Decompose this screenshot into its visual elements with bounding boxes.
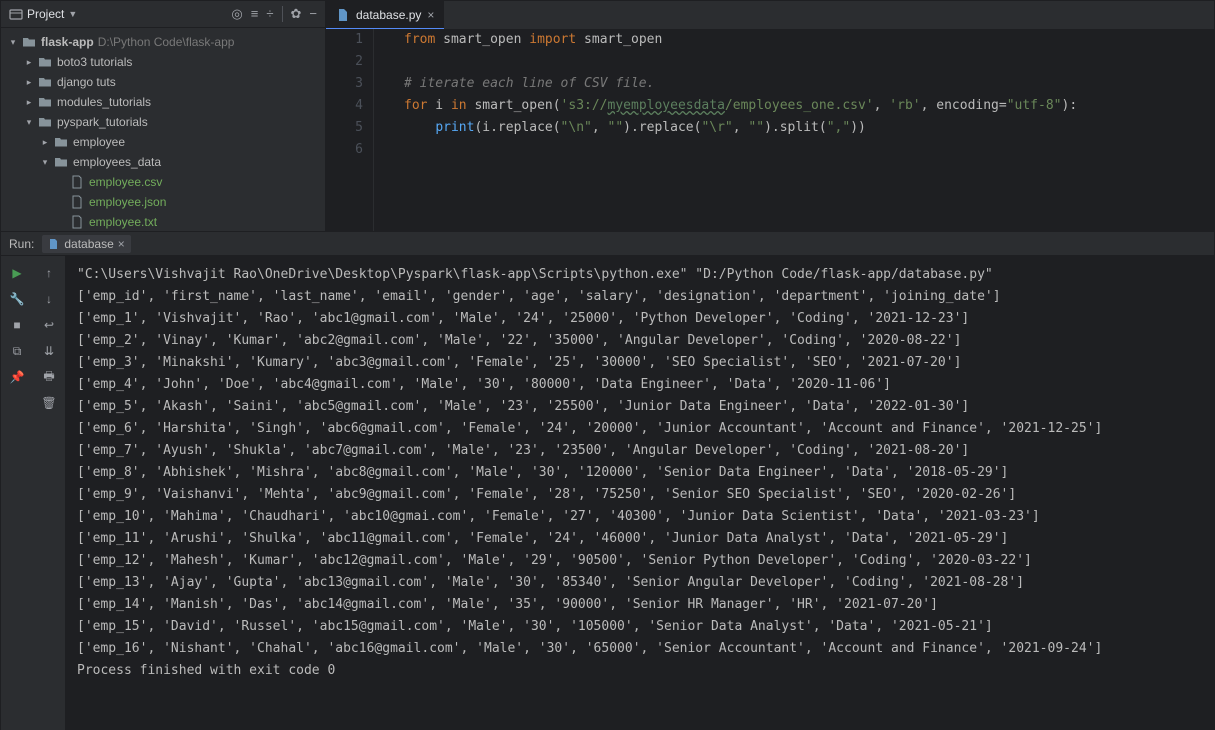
layout-icon[interactable]: ⧉ xyxy=(6,340,28,362)
console-line: ['emp_2', 'Vinay', 'Kumar', 'abc2@gmail.… xyxy=(77,330,1202,352)
console-line: ['emp_6', 'Harshita', 'Singh', 'abc6@gma… xyxy=(77,418,1202,440)
console-line: ['emp_16', 'Nishant', 'Chahal', 'abc16@g… xyxy=(77,638,1202,660)
tree-folder-employees-data[interactable]: ▾ employees_data xyxy=(1,152,325,172)
console-line: ['emp_id', 'first_name', 'last_name', 'e… xyxy=(77,286,1202,308)
wrench-icon[interactable]: 🔧 xyxy=(6,288,28,310)
gear-icon[interactable]: ✿ xyxy=(291,6,302,22)
hide-icon[interactable]: − xyxy=(309,6,317,22)
console-line: ['emp_14', 'Manish', 'Das', 'abc14@gmail… xyxy=(77,594,1202,616)
close-icon[interactable]: × xyxy=(118,237,125,251)
python-file-icon xyxy=(336,8,350,22)
run-toolbar-inner: ↑ ↓ ↩ ⇊ 🖶 🗑 xyxy=(33,256,65,730)
tree-folder[interactable]: ▾ pyspark_tutorials xyxy=(1,112,325,132)
run-header: Run: database × xyxy=(1,232,1214,256)
console-line: ['emp_3', 'Minakshi', 'Kumary', 'abc3@gm… xyxy=(77,352,1202,374)
file-icon xyxy=(69,215,85,229)
console-line: ['emp_9', 'Vaishanvi', 'Mehta', 'abc9@gm… xyxy=(77,484,1202,506)
code-editor[interactable]: 123456 from smart_open import smart_open… xyxy=(326,29,1214,231)
project-header: Project ▼ ◎ ≡ ÷ ✿ − xyxy=(1,1,325,28)
tree-file[interactable]: employee.txt xyxy=(1,212,325,231)
collapse-icon[interactable]: ÷ xyxy=(266,6,273,22)
run-toolbar-outer: ▶ 🔧 ■ ⧉ 📌 xyxy=(1,256,33,730)
python-file-icon xyxy=(48,238,60,250)
up-icon[interactable]: ↑ xyxy=(38,262,60,284)
console-line: ['emp_13', 'Ajay', 'Gupta', 'abc13@gmail… xyxy=(77,572,1202,594)
tree-folder[interactable]: ▸ django tuts xyxy=(1,72,325,92)
tree-root[interactable]: ▾ flask-app D:\Python Code\flask-app xyxy=(1,32,325,52)
close-icon[interactable]: × xyxy=(427,8,434,22)
console-line: ['emp_12', 'Mahesh', 'Kumar', 'abc12@gma… xyxy=(77,550,1202,572)
tree-file[interactable]: employee.csv xyxy=(1,172,325,192)
console-line: ['emp_5', 'Akash', 'Saini', 'abc5@gmail.… xyxy=(77,396,1202,418)
down-icon[interactable]: ↓ xyxy=(38,288,60,310)
project-tree: ▾ flask-app D:\Python Code\flask-app ▸ b… xyxy=(1,28,325,231)
chevron-down-icon[interactable]: ▼ xyxy=(68,9,77,19)
console-line: ['emp_11', 'Arushi', 'Shulka', 'abc11@gm… xyxy=(77,528,1202,550)
run-tab[interactable]: database × xyxy=(42,235,130,253)
expand-icon[interactable]: ≡ xyxy=(251,6,259,22)
file-icon xyxy=(69,175,85,189)
line-gutter: 123456 xyxy=(326,29,374,231)
wrap-icon[interactable]: ↩ xyxy=(38,314,60,336)
run-title: Run: xyxy=(9,237,34,251)
console-line: ['emp_15', 'David', 'Russel', 'abc15@gma… xyxy=(77,616,1202,638)
console-line: ['emp_4', 'John', 'Doe', 'abc4@gmail.com… xyxy=(77,374,1202,396)
editor-area: database.py × 123456 from smart_open imp… xyxy=(326,1,1214,231)
print-icon[interactable]: 🖶 xyxy=(38,366,60,388)
tree-folder[interactable]: ▸ boto3 tutorials xyxy=(1,52,325,72)
run-panel: Run: database × ▶ 🔧 ■ ⧉ 📌 ↑ ↓ ↩ ⇊ 🖶 🗑 "C… xyxy=(1,231,1214,730)
run-icon[interactable]: ▶ xyxy=(6,262,28,284)
console-line: ['emp_7', 'Ayush', 'Shukla', 'abc7@gmail… xyxy=(77,440,1202,462)
code-body[interactable]: from smart_open import smart_open # iter… xyxy=(374,29,1214,231)
console-line: "C:\Users\Vishvajit Rao\OneDrive\Desktop… xyxy=(77,264,1202,286)
console-output[interactable]: "C:\Users\Vishvajit Rao\OneDrive\Desktop… xyxy=(65,256,1214,730)
pin-icon[interactable]: 📌 xyxy=(6,366,28,388)
project-title[interactable]: Project xyxy=(27,7,64,21)
stop-icon[interactable]: ■ xyxy=(6,314,28,336)
project-pane: Project ▼ ◎ ≡ ÷ ✿ − ▾ flask-app D:\Pytho… xyxy=(1,1,326,231)
trash-icon[interactable]: 🗑 xyxy=(38,392,60,414)
project-tool-icon xyxy=(9,7,23,21)
console-line: Process finished with exit code 0 xyxy=(77,660,1202,682)
tree-folder[interactable]: ▸ modules_tutorials xyxy=(1,92,325,112)
console-line: ['emp_8', 'Abhishek', 'Mishra', 'abc8@gm… xyxy=(77,462,1202,484)
target-icon[interactable]: ◎ xyxy=(231,6,242,22)
console-line: ['emp_10', 'Mahima', 'Chaudhari', 'abc10… xyxy=(77,506,1202,528)
editor-tabs: database.py × xyxy=(326,1,1214,29)
divider xyxy=(282,6,283,22)
tree-folder-employee[interactable]: ▸ employee xyxy=(1,132,325,152)
console-line: ['emp_1', 'Vishvajit', 'Rao', 'abc1@gmai… xyxy=(77,308,1202,330)
tree-file[interactable]: employee.json xyxy=(1,192,325,212)
scroll-icon[interactable]: ⇊ xyxy=(38,340,60,362)
editor-tab-database[interactable]: database.py × xyxy=(326,1,444,29)
file-icon xyxy=(69,195,85,209)
